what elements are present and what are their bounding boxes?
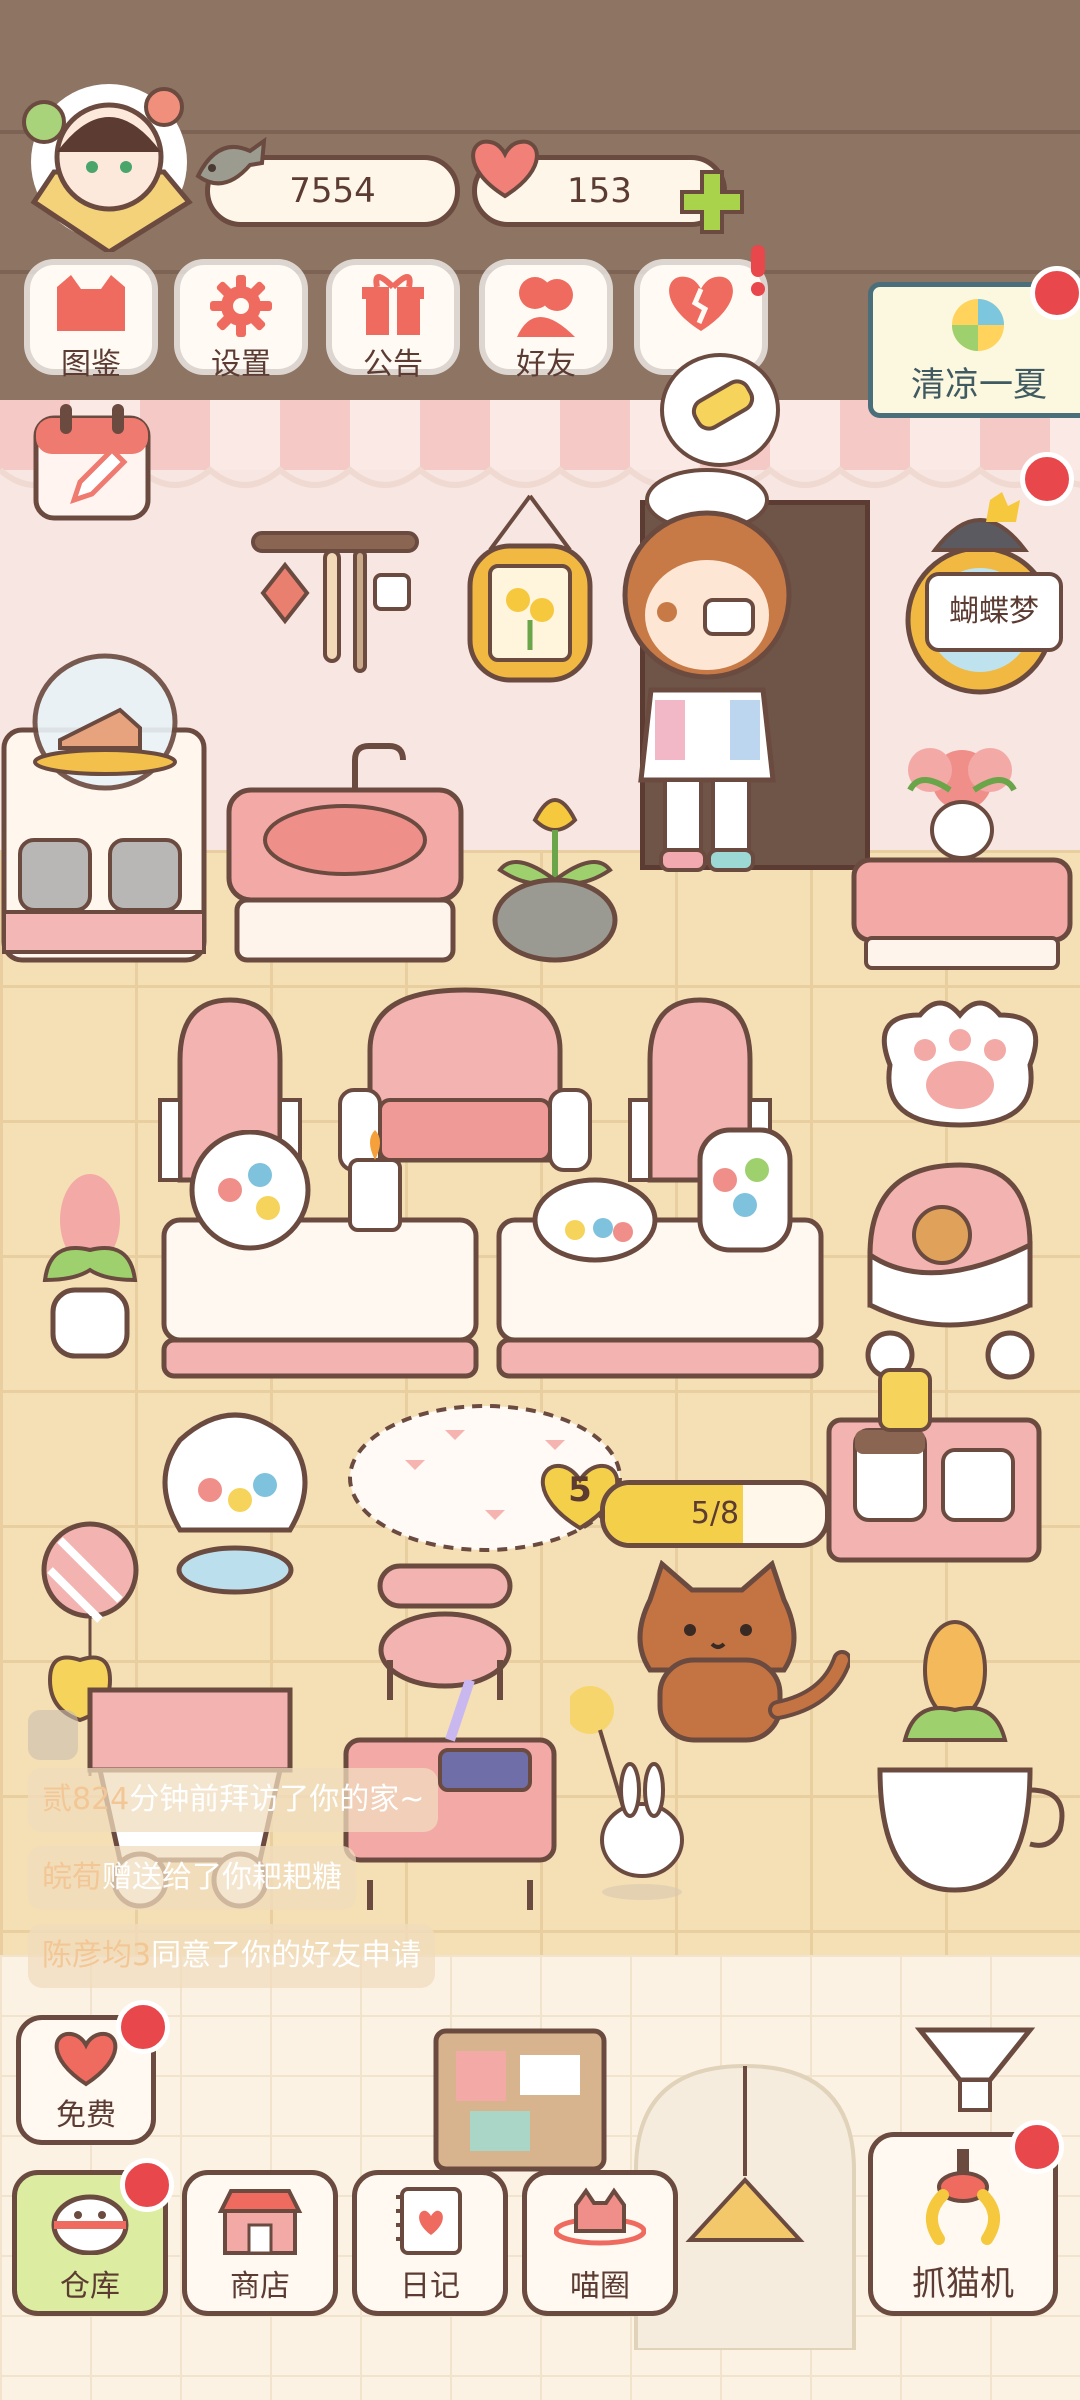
warehouse-label: 仓库 [60, 2269, 120, 2304]
heart-gift-icon [54, 2031, 118, 2087]
warehouse-bag-icon [51, 2194, 129, 2256]
feed-text: 分钟前拜访了你的家~ [129, 1782, 425, 1817]
diary-button[interactable]: 日记 [352, 2170, 508, 2316]
pink-sink [226, 743, 464, 963]
paw-cushion [881, 1000, 1039, 1128]
broken-heart-icon [669, 276, 733, 331]
activity-feed-item: 贰824分钟前拜访了你的家~ [28, 1768, 439, 1832]
menu-tile-friends[interactable]: 好友 [485, 265, 607, 382]
claw-icon [926, 2149, 1000, 2245]
menu-label-settings: 设置 [211, 347, 271, 382]
diary-label: 日记 [400, 2269, 460, 2304]
jam-jar-cart [826, 1368, 1042, 1563]
gift-icon [362, 274, 424, 335]
menu-tile-settings[interactable]: 设置 [180, 265, 302, 382]
player-avatar[interactable] [14, 62, 204, 252]
kitchen-utensil-rack [251, 531, 419, 673]
flower-painting [467, 494, 593, 683]
feed-user-name: 陈彦均3 [42, 1938, 152, 1973]
right-coffee-table [496, 1127, 824, 1379]
summer-event-badge [1030, 266, 1080, 320]
free-reward-badge [116, 2000, 170, 2054]
cat-affection-progress: 5/8 [600, 1480, 830, 1548]
menu-label-friends: 好友 [516, 347, 576, 382]
feed-user-name: 贰824 [42, 1782, 130, 1817]
notice-board [433, 2028, 607, 2172]
exclamation-notification-icon [751, 245, 765, 296]
menu-label-collection: 图鉴 [61, 347, 121, 382]
player-character[interactable] [595, 350, 845, 920]
beach-ball-icon [952, 299, 1004, 351]
cake-dome-cabinet [1, 653, 207, 963]
cat-affection-progress-text: 5/8 [690, 1496, 740, 1531]
shop-label: 商店 [230, 2269, 290, 2304]
fish-icon [195, 136, 267, 186]
add-hearts-button[interactable] [678, 168, 746, 236]
diary-book-icon [396, 2187, 462, 2255]
heart-icon [471, 139, 539, 199]
menu-tile-collection[interactable]: 图鉴 [30, 265, 152, 382]
heart-count: 153 [567, 171, 632, 211]
bunny-with-wand [570, 1686, 684, 1900]
baby-stroller-with-hamster [865, 1162, 1035, 1380]
feed-text: 同意了你的好友申请 [151, 1938, 422, 1973]
cat-circle-label: 喵圈 [570, 2269, 630, 2304]
plant-teacup [877, 1620, 1065, 1893]
gear-icon [210, 275, 272, 337]
butterfly-event-label[interactable]: 蝴蝶梦 [925, 572, 1063, 652]
hanging-lamp [914, 2027, 1036, 2112]
claw-machine-badge [1010, 2120, 1064, 2174]
fish-count: 7554 [289, 171, 376, 211]
menu-tile-announcement[interactable]: 公告 [332, 265, 454, 382]
friends-icon [517, 277, 575, 337]
pink-plant-pot [42, 1174, 138, 1359]
feed-text: 赠送给了你耙耙糖 [102, 1860, 342, 1895]
shop-icon [217, 2189, 303, 2255]
activity-feed-item: 陈彦均3同意了你的好友申请 [28, 1924, 436, 1988]
calendar-edit-button[interactable] [30, 400, 154, 524]
activity-feed-item: 皖荀赠送给了你耙耙糖 [28, 1846, 356, 1910]
feed-toggle-button[interactable] [28, 1710, 78, 1760]
menu-label-announcement: 公告 [363, 347, 423, 382]
summer-event-label: 清凉一夏 [911, 365, 1047, 405]
warehouse-badge [120, 2158, 174, 2212]
flower-side-table [851, 748, 1073, 970]
left-coffee-table [161, 1130, 479, 1379]
cat-planet-icon [553, 2187, 647, 2246]
cat-book-icon [57, 275, 125, 331]
feed-user-name: 皖荀 [42, 1860, 102, 1895]
claw-machine-label: 抓猫机 [912, 2264, 1014, 2304]
cat-circle-button[interactable]: 喵圈 [522, 2170, 678, 2316]
butterfly-event-badge [1020, 452, 1074, 506]
free-reward-label: 免费 [56, 2098, 116, 2133]
shop-button[interactable]: 商店 [182, 2170, 338, 2316]
